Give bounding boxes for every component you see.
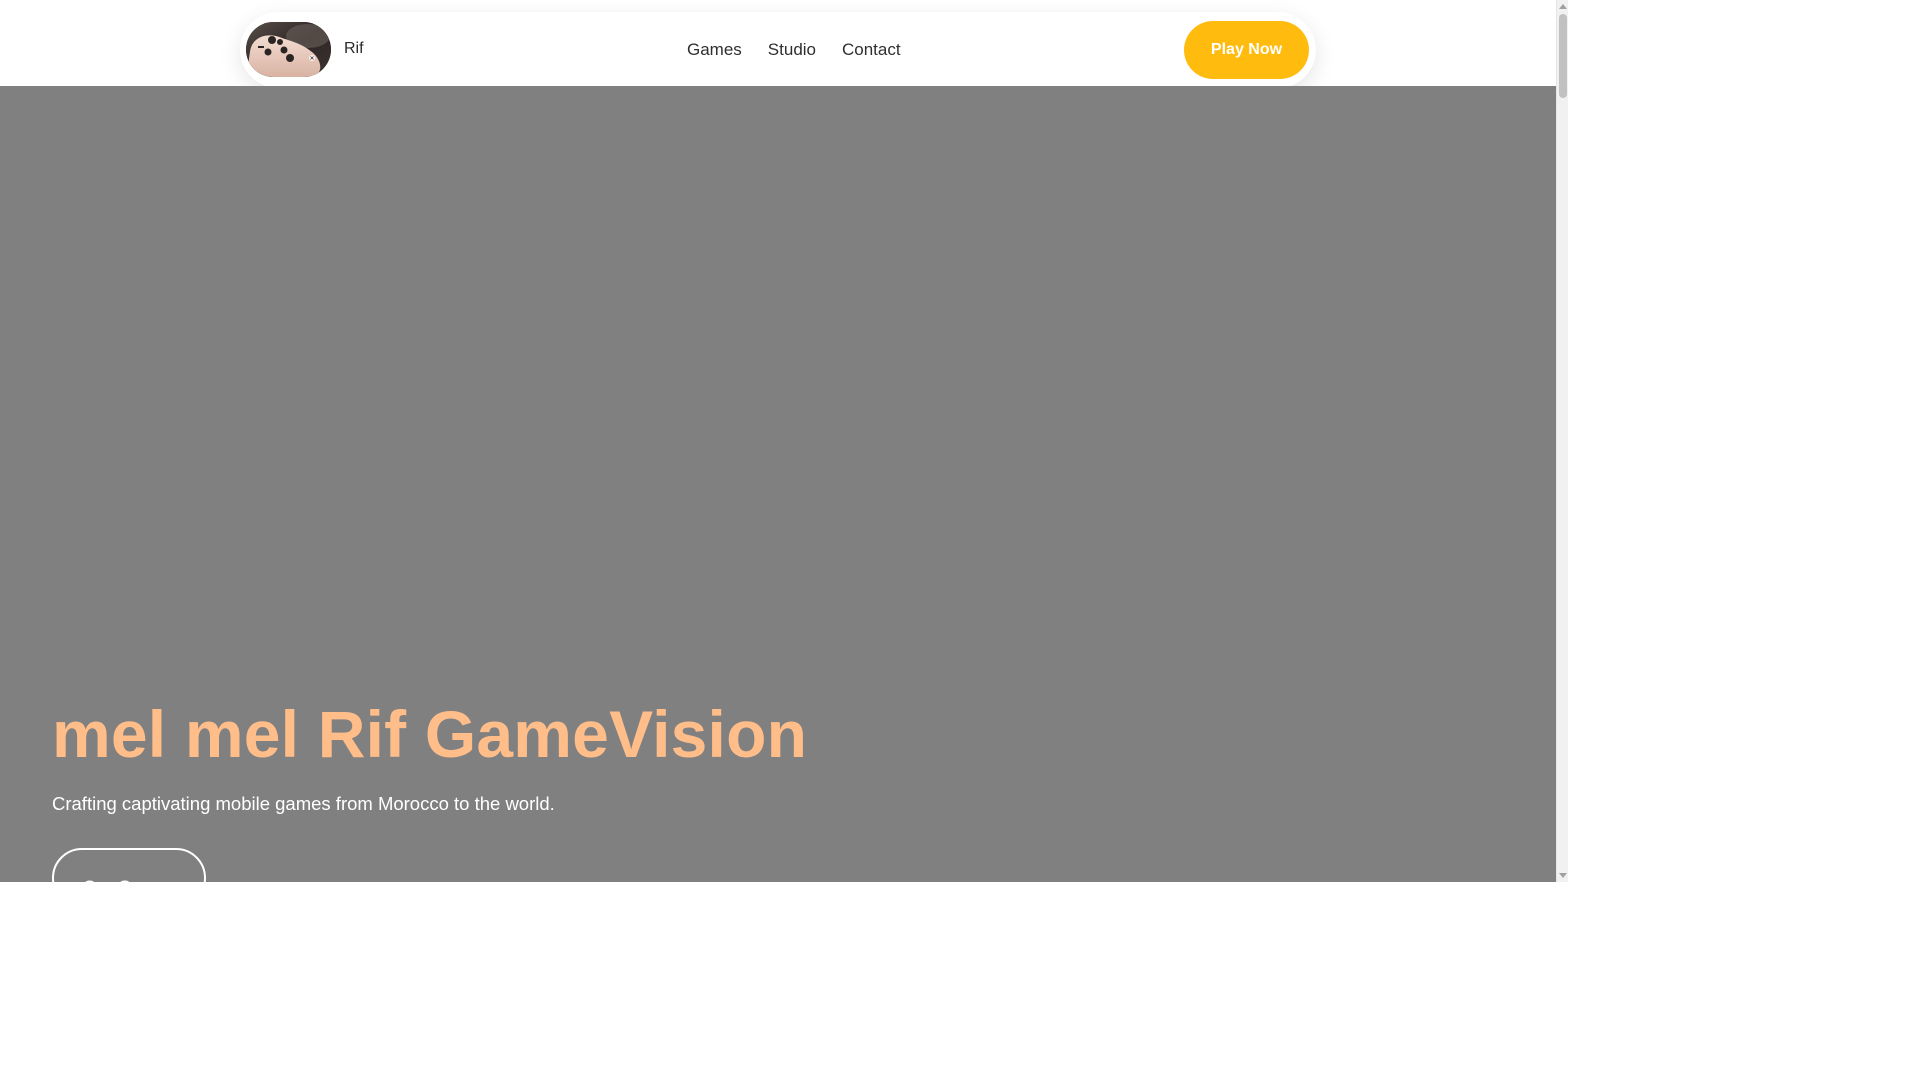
scroll-up-arrow-icon[interactable] [1559,4,1567,9]
play-now-button[interactable]: Play Now [1184,21,1309,79]
nav-link-contact[interactable]: Contact [842,40,901,60]
brand-name[interactable]: Rif [344,40,364,58]
hero-section: mel mel Rif GameVision Crafting captivat… [0,86,1556,882]
scrollbar-thumb[interactable] [1559,14,1567,98]
nav-link-games[interactable]: Games [687,40,742,60]
hero-subtitle: Crafting captivating mobile games from M… [52,793,555,814]
our-games-button[interactable]: Our Games [52,848,206,882]
game-controller-logo-icon [246,22,331,77]
logo-link[interactable] [246,22,331,77]
site-header: Rif Games Studio Contact Play Now [0,0,1556,88]
main-nav: Games Studio Contact [687,40,901,60]
page-scrollbar[interactable] [1556,0,1568,882]
page-viewport: Rif Games Studio Contact Play Now mel me… [0,0,1556,882]
scroll-down-arrow-icon[interactable] [1559,873,1567,878]
hero-title: mel mel Rif GameVision [52,697,808,771]
nav-link-studio[interactable]: Studio [768,40,816,60]
